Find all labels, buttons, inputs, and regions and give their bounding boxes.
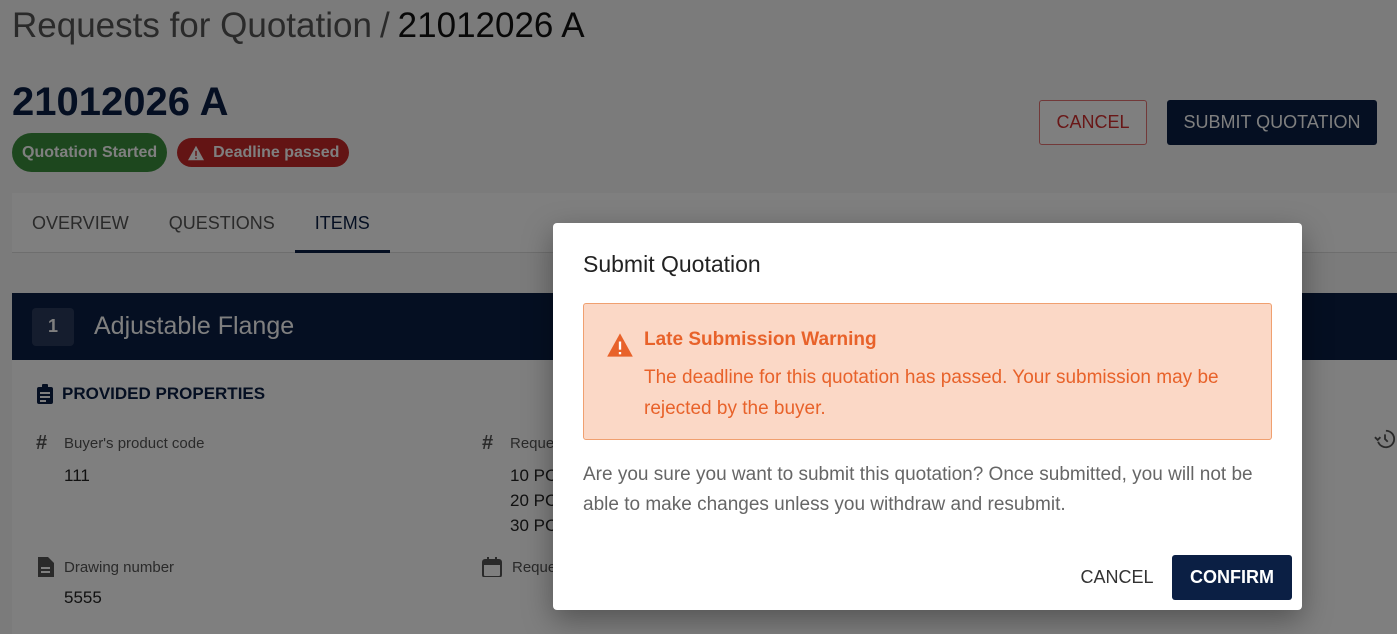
dialog-cancel-button[interactable]: CANCEL <box>1067 555 1167 600</box>
warning-title: Late Submission Warning <box>644 329 877 350</box>
confirm-button[interactable]: CONFIRM <box>1172 555 1292 600</box>
warning-icon <box>607 333 633 357</box>
submit-quotation-dialog: Submit Quotation Late Submission Warning… <box>553 223 1302 610</box>
warning-message: The deadline for this quotation has pass… <box>644 367 1219 419</box>
dialog-title: Submit Quotation <box>583 251 761 277</box>
dialog-body: Are you sure you want to submit this quo… <box>583 464 1253 515</box>
late-submission-warning: Late Submission Warning The deadline for… <box>583 303 1272 440</box>
